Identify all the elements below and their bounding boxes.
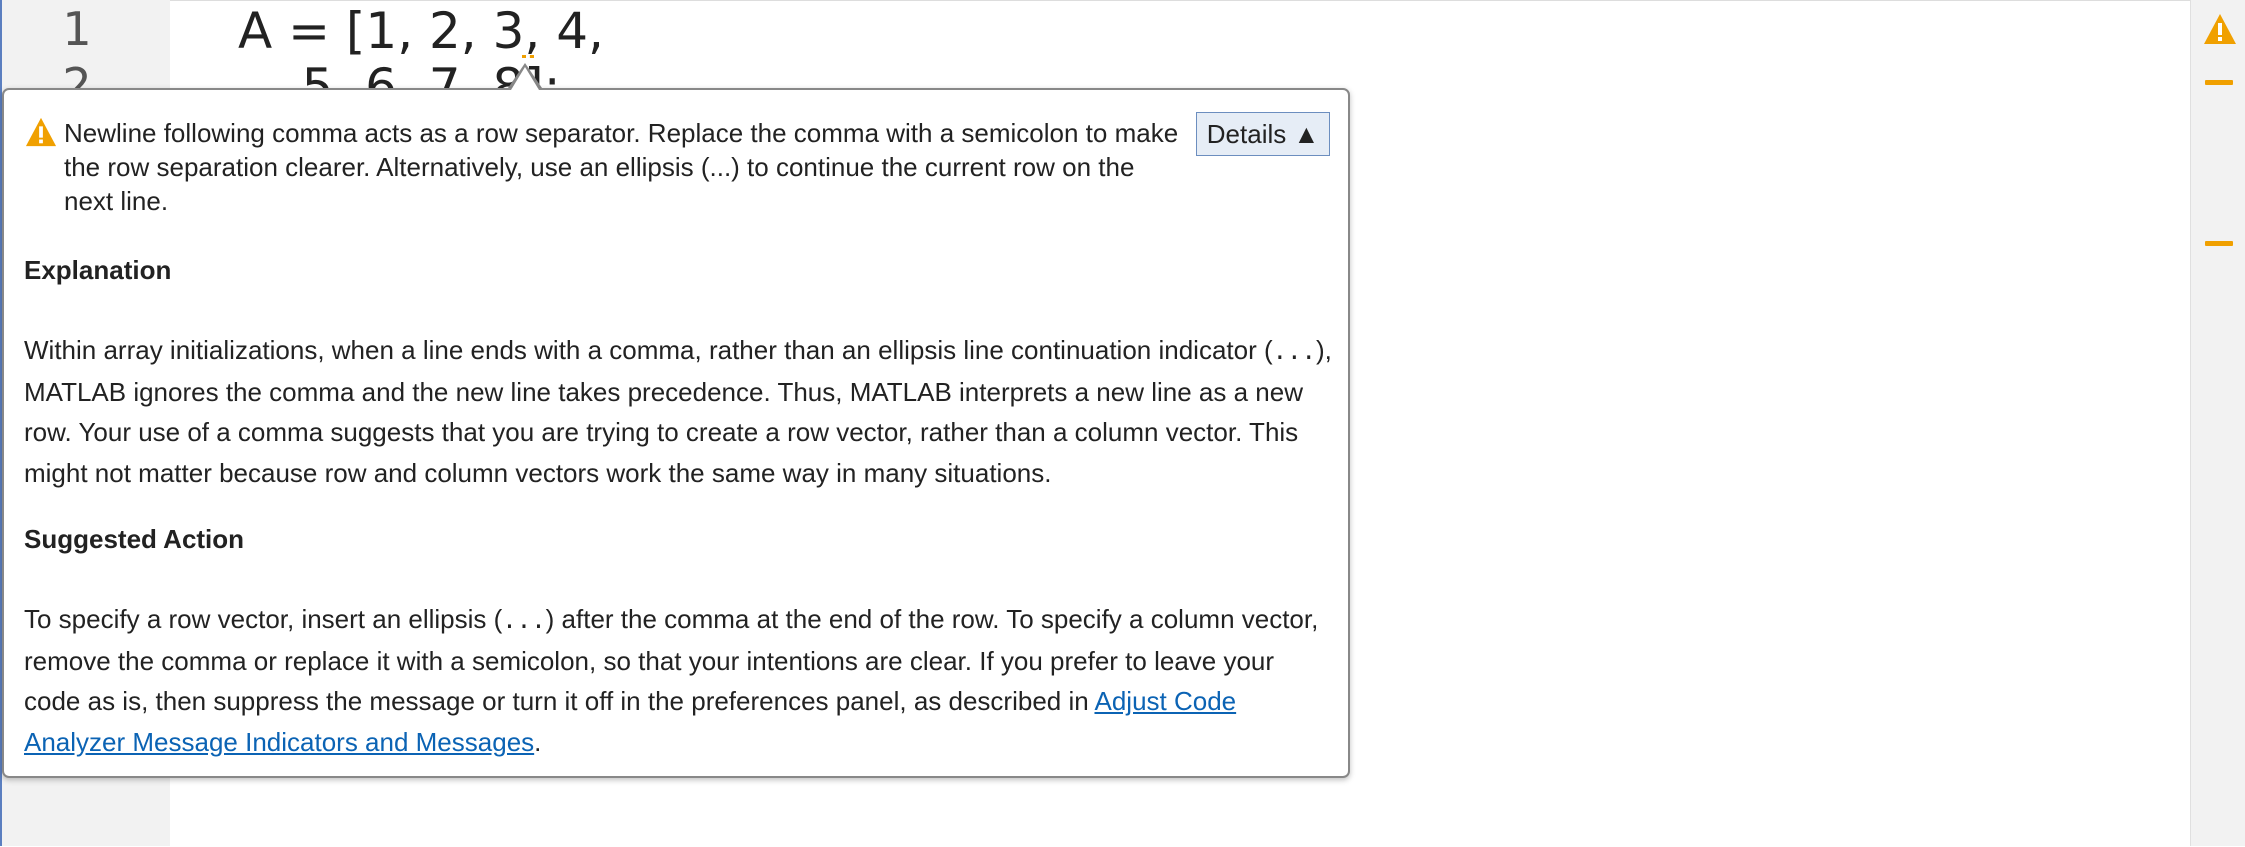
explanation-text: Within array initializations, when a lin… — [24, 335, 1332, 488]
warning-triangle-icon — [24, 116, 58, 153]
warning-marker[interactable] — [2205, 241, 2233, 246]
warning-marker[interactable] — [2205, 80, 2233, 85]
line-number-1: 1 — [62, 2, 92, 56]
code-line-1[interactable]: A = [1, 2, 3, 4, — [238, 2, 604, 60]
warning-message: Newline following comma acts as a row se… — [64, 118, 1179, 216]
warning-triangle-icon[interactable] — [2202, 12, 2238, 51]
suggested-action-heading: Suggested Action — [24, 524, 245, 554]
suggested-action-text: To specify a row vector, insert an ellip… — [24, 604, 1319, 757]
warning-squiggle[interactable] — [522, 49, 534, 58]
message-indicator-bar — [2190, 0, 2245, 846]
explanation-heading: Explanation — [24, 255, 172, 285]
code-analyzer-popup: Newline following comma acts as a row se… — [2, 88, 1350, 778]
details-button[interactable]: Details ▲ — [1196, 112, 1330, 156]
popup-pointer-inner — [511, 67, 539, 90]
